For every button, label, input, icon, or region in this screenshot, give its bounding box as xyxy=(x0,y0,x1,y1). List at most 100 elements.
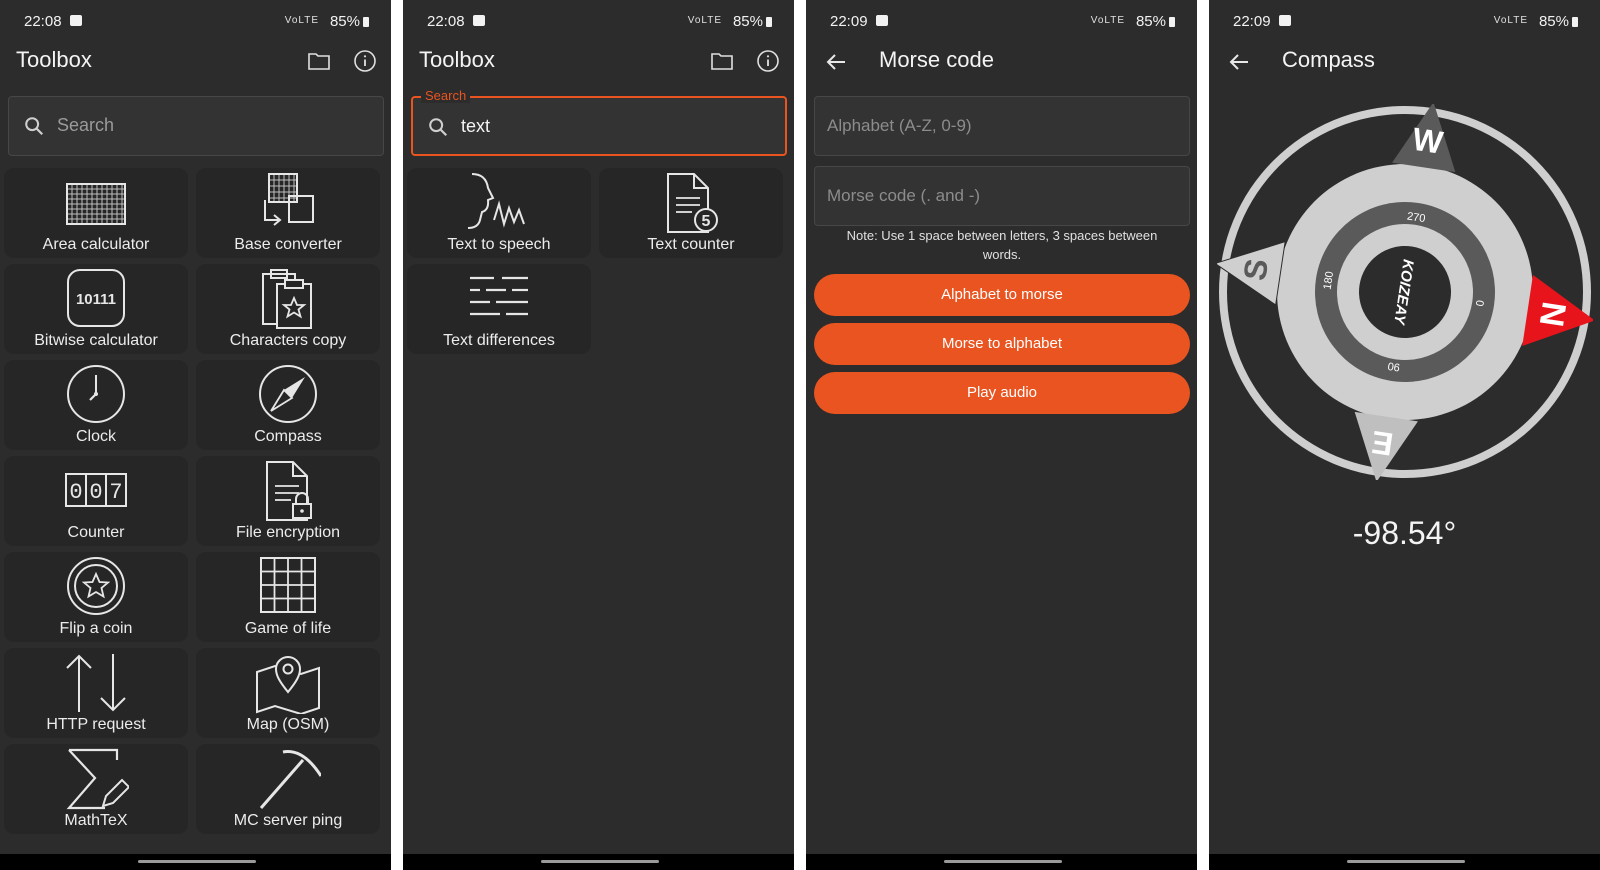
info-icon[interactable] xyxy=(756,49,780,73)
base-converter-icon xyxy=(264,173,314,226)
folder-icon[interactable] xyxy=(307,49,331,73)
grid-icon xyxy=(260,557,316,613)
back-arrow-icon[interactable] xyxy=(824,50,848,74)
compass-icon xyxy=(259,365,317,423)
nav-bar xyxy=(0,854,391,870)
alphabet-input[interactable]: Alphabet (A-Z, 0-9) xyxy=(814,96,1190,156)
tool-text-differences[interactable]: Text differences xyxy=(407,264,591,354)
tool-bitwise-calculator[interactable]: 10111 Bitwise calculator xyxy=(4,264,188,354)
tool-label: Counter xyxy=(67,524,125,541)
file-lock-icon xyxy=(266,461,312,521)
tool-compass[interactable]: Compass xyxy=(196,360,380,450)
tool-label: File encryption xyxy=(235,524,341,541)
status-time: 22:09 xyxy=(1233,13,1271,30)
page-title: Toolbox xyxy=(419,47,495,72)
gallery-icon xyxy=(876,15,888,26)
tool-file-encryption[interactable]: File encryption xyxy=(196,456,380,546)
tool-label: Text to speech xyxy=(447,236,551,253)
counter-icon: 007 xyxy=(65,473,127,507)
status-bar: 22:08 VoLTE 85% xyxy=(0,0,391,42)
map-pin-icon xyxy=(256,656,320,714)
search-input[interactable]: Search text xyxy=(411,88,787,156)
page-title: Toolbox xyxy=(16,47,92,72)
tool-label: Clock xyxy=(75,428,116,445)
status-bar: 22:08 VoLTE 85% xyxy=(403,0,794,42)
morse-placeholder: Morse code (. and -) xyxy=(827,186,981,205)
cardinal-w: W xyxy=(1410,121,1446,161)
home-indicator[interactable] xyxy=(944,860,1062,863)
heading-readout: -98.54° xyxy=(1352,515,1457,551)
tool-map-osm[interactable]: Map (OSM) xyxy=(196,648,380,738)
gallery-icon xyxy=(473,15,485,26)
morse-note: Note: Use 1 space between letters, 3 spa… xyxy=(846,228,1158,262)
signal-icon: VoLTE xyxy=(1493,15,1528,26)
tool-characters-copy[interactable]: Characters copy xyxy=(196,264,380,354)
tool-mathtex[interactable]: MathTeX xyxy=(4,744,188,834)
tool-label: Bitwise calculator xyxy=(34,332,158,349)
counter-digit: 0 xyxy=(69,480,82,505)
tool-mc-server-ping[interactable]: MC server ping xyxy=(196,744,380,834)
alphabet-placeholder: Alphabet (A-Z, 0-9) xyxy=(827,116,972,135)
count-badge-text: 5 xyxy=(702,213,711,230)
status-time: 22:08 xyxy=(427,13,465,30)
tool-area-calculator[interactable]: Area calculator xyxy=(4,168,188,258)
battery-level: 85% xyxy=(1136,13,1175,30)
text-diff-icon xyxy=(470,276,528,316)
coin-icon xyxy=(67,557,125,615)
sigma-pen-icon xyxy=(66,748,129,810)
screen-compass: 22:09 VoLTE 85% Compass N E S W 0 90 180 xyxy=(1209,0,1600,870)
tool-label: Game of life xyxy=(244,620,332,637)
folder-icon[interactable] xyxy=(710,49,734,73)
status-bar: 22:09 VoLTE 85% xyxy=(806,0,1197,42)
tool-label: HTTP request xyxy=(46,716,146,733)
tool-counter[interactable]: 007 Counter xyxy=(4,456,188,546)
bitwise-icon-text: 10111 xyxy=(76,291,116,308)
tool-clock[interactable]: Clock xyxy=(4,360,188,450)
search-icon xyxy=(25,117,44,136)
battery-level: 85% xyxy=(330,13,369,30)
clipboard-star-icon xyxy=(262,269,312,329)
speaking-head-icon xyxy=(467,173,525,229)
tool-base-converter[interactable]: Base converter xyxy=(196,168,380,258)
clock-icon xyxy=(67,365,125,423)
search-icon xyxy=(429,118,448,137)
screen-toolbox-search: 22:08 VoLTE 85% Toolbox Search text Text… xyxy=(403,0,794,870)
page-title: Morse code xyxy=(879,47,994,72)
status-time: 22:08 xyxy=(24,13,62,30)
tool-text-to-speech[interactable]: Text to speech xyxy=(407,168,591,258)
status-time: 22:09 xyxy=(830,13,868,30)
home-indicator[interactable] xyxy=(138,860,256,863)
tool-label: MC server ping xyxy=(233,812,343,829)
morse-to-alphabet-button[interactable]: Morse to alphabet xyxy=(814,323,1190,365)
home-indicator[interactable] xyxy=(1347,860,1465,863)
search-value: text xyxy=(461,116,491,136)
tool-label: MathTeX xyxy=(64,812,128,829)
tool-text-counter[interactable]: 5 Text counter xyxy=(599,168,783,258)
tool-flip-a-coin[interactable]: Flip a coin xyxy=(4,552,188,642)
counter-digit: 7 xyxy=(109,480,122,505)
degree-mark-90: 90 xyxy=(1387,359,1401,373)
back-arrow-icon[interactable] xyxy=(1227,50,1251,74)
screen-toolbox: 22:08 VoLTE 85% Toolbox Search Area calc… xyxy=(0,0,391,870)
app-bar: Toolbox xyxy=(0,42,391,88)
search-placeholder: Search xyxy=(57,115,115,135)
tool-label: Text counter xyxy=(647,236,735,253)
tool-label: Map (OSM) xyxy=(246,716,330,733)
home-indicator[interactable] xyxy=(541,860,659,863)
alphabet-to-morse-button[interactable]: Alphabet to morse xyxy=(814,274,1190,316)
play-audio-button[interactable]: Play audio xyxy=(814,372,1190,414)
signal-icon: VoLTE xyxy=(284,15,319,26)
search-floating-label: Search xyxy=(421,88,471,103)
search-input[interactable]: Search xyxy=(8,96,384,156)
status-bar: 22:09 VoLTE 85% xyxy=(1209,0,1600,42)
app-bar: Morse code xyxy=(806,42,1197,88)
morse-input[interactable]: Morse code (. and -) xyxy=(814,166,1190,226)
area-grid-icon xyxy=(66,183,126,225)
info-icon[interactable] xyxy=(353,49,377,73)
nav-bar xyxy=(403,854,794,870)
bitwise-icon: 10111 xyxy=(67,269,125,327)
tool-game-of-life[interactable]: Game of life xyxy=(196,552,380,642)
screen-morse-code: 22:09 VoLTE 85% Morse code Alphabet (A-Z… xyxy=(806,0,1197,870)
compass-dial: N E S W 0 90 180 270 KOIZEAY xyxy=(1217,104,1593,480)
tool-http-request[interactable]: HTTP request xyxy=(4,648,188,738)
